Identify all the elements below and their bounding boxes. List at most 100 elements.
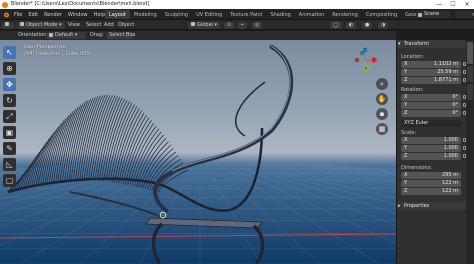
menu-object[interactable]: Object bbox=[118, 22, 134, 29]
scale-x-field[interactable]: X 1.000 bbox=[401, 137, 461, 144]
gizmo-z-label: Z bbox=[364, 48, 367, 53]
annotate-pencil-icon[interactable]: ✎ bbox=[3, 142, 16, 155]
axis-label: Z bbox=[404, 110, 408, 116]
pan-hand-icon[interactable]: ✋ bbox=[376, 93, 388, 105]
properties-title: Properties bbox=[404, 203, 430, 209]
3d-viewport[interactable]: User Perspective (54) Collection | Cube.… bbox=[0, 40, 396, 264]
orientation-icon bbox=[49, 32, 53, 37]
field-value: 1.8771 m bbox=[434, 77, 458, 83]
viewport-shading-material[interactable]: ◑ bbox=[378, 21, 389, 29]
workspace-tab-rendering[interactable]: Rendering bbox=[328, 10, 362, 19]
window-title: Blender* [C:\Users\Lex\Documents\Blender… bbox=[11, 1, 150, 7]
maximize-button[interactable]: ☐ bbox=[446, 0, 460, 9]
tab-tool[interactable] bbox=[467, 66, 473, 82]
rotate-icon[interactable]: ↻ bbox=[3, 94, 16, 107]
view-layer-selector[interactable] bbox=[455, 11, 472, 18]
menu-file[interactable]: File bbox=[14, 12, 22, 18]
scene-selector[interactable]: Scene bbox=[416, 11, 450, 18]
scale-z-field[interactable]: Z 1.000 bbox=[401, 153, 461, 160]
zoom-icon[interactable]: ⌕ bbox=[376, 78, 388, 90]
menu-help[interactable]: Help bbox=[94, 12, 105, 18]
tab-item[interactable] bbox=[467, 42, 473, 64]
rotation-mode-dropdown[interactable]: XYZ Euler bbox=[401, 120, 461, 127]
axis-label: Y bbox=[404, 69, 408, 75]
collection-info: (54) Collection | Cube.005 bbox=[24, 50, 90, 57]
menu-view[interactable]: View bbox=[68, 22, 80, 29]
blender-menu-icon[interactable] bbox=[2, 11, 10, 18]
field-value: 122 m bbox=[441, 180, 458, 186]
workspace-tab-modeling[interactable]: Modeling bbox=[130, 10, 161, 19]
perspective-grid-icon[interactable]: ▦ bbox=[376, 123, 388, 135]
scale-icon[interactable]: ⤢ bbox=[3, 110, 16, 123]
viewport-shading-solid[interactable]: ● bbox=[362, 21, 373, 29]
workspace-tab-layout[interactable]: Layout bbox=[105, 10, 130, 19]
drag-value: Select Box bbox=[109, 32, 136, 38]
workspace-tab-sculpting[interactable]: Sculpting bbox=[161, 10, 192, 19]
cursor-arrow-icon[interactable]: ↖ bbox=[3, 46, 16, 59]
workspace-tab-compositing[interactable]: Compositing bbox=[362, 10, 401, 19]
rotation-x-field[interactable]: X 0° bbox=[401, 94, 461, 101]
field-value: 1.000 bbox=[443, 137, 458, 143]
viewport-info: User Perspective (54) Collection | Cube.… bbox=[24, 44, 90, 57]
location-z-field[interactable]: Z 1.8771 m bbox=[401, 77, 461, 84]
transform-icon[interactable]: ▣ bbox=[3, 126, 16, 139]
move-icon[interactable]: ✥ bbox=[3, 78, 16, 91]
transform-orientation-dropdown[interactable]: Global ▾ bbox=[188, 21, 221, 29]
scene-name: Scene bbox=[424, 11, 440, 17]
menu-render[interactable]: Render bbox=[44, 12, 62, 18]
add-cube-icon[interactable]: ▢ bbox=[3, 174, 16, 187]
workspace-tab-animation[interactable]: Animation bbox=[295, 10, 329, 19]
orientation-value: Default bbox=[55, 32, 74, 38]
location-x-field[interactable]: X 1.1102 m bbox=[401, 61, 461, 68]
navigation-gizmo[interactable]: X Y Z bbox=[350, 45, 380, 75]
minimize-button[interactable]: — bbox=[432, 0, 446, 9]
drag-dropdown[interactable]: Select Box bbox=[106, 32, 136, 39]
dimensions-label: Dimensions: bbox=[401, 165, 432, 171]
proportional-editing-toggle[interactable]: ◎ bbox=[252, 21, 263, 29]
mode-dropdown[interactable]: Object Mode ▾ bbox=[17, 21, 65, 29]
scene-render bbox=[0, 44, 396, 264]
sidebar-tabs bbox=[466, 40, 474, 264]
viewport-shading-wire[interactable]: ◯ bbox=[330, 21, 342, 29]
expand-chevron-icon: ▸ bbox=[398, 203, 401, 209]
gizmo-x-label: X bbox=[373, 58, 376, 63]
ruler-icon[interactable]: ◺ bbox=[3, 158, 16, 171]
menu-select[interactable]: Select bbox=[86, 22, 101, 29]
editor-type-button[interactable] bbox=[2, 21, 14, 29]
dimensions-y-field[interactable]: Y 122 m bbox=[401, 180, 461, 187]
orientation-dropdown[interactable]: Default ▾ bbox=[46, 32, 86, 39]
rotation-y-field[interactable]: Y 0° bbox=[401, 102, 461, 109]
axis-label: Y bbox=[404, 145, 408, 151]
viewport-overlays[interactable]: ◐ bbox=[346, 21, 357, 29]
rotation-z-field[interactable]: Z 0° bbox=[401, 110, 461, 117]
menu-window[interactable]: Window bbox=[68, 12, 88, 18]
snap-toggle[interactable]: ⌁ bbox=[238, 21, 248, 29]
location-y-field[interactable]: Y 25.59 m bbox=[401, 69, 461, 76]
menu-add[interactable]: Add bbox=[104, 22, 114, 29]
gizmo-y-label: Y bbox=[364, 67, 368, 72]
axis-label: Z bbox=[404, 77, 408, 83]
dimensions-z-field[interactable]: Z 122 m bbox=[401, 188, 461, 195]
camera-icon[interactable]: ▪ bbox=[376, 108, 388, 120]
close-button[interactable]: ✕ bbox=[460, 0, 474, 9]
axis-label: X bbox=[404, 172, 408, 178]
scale-y-field[interactable]: Y 1.000 bbox=[401, 145, 461, 152]
dimensions-x-field[interactable]: X 295 m bbox=[401, 172, 461, 179]
pivot-point-dropdown[interactable]: ⊙ bbox=[224, 21, 235, 29]
workspace-tab-uv-editing[interactable]: UV Editing bbox=[192, 10, 226, 19]
main-menu: File Edit Render Window Help bbox=[14, 12, 105, 18]
crosshair-icon[interactable]: ⊕ bbox=[3, 62, 16, 75]
field-value: 0° bbox=[452, 94, 458, 100]
field-value: 0° bbox=[452, 102, 458, 108]
gizmo-neg-x[interactable] bbox=[354, 57, 360, 63]
workspace-tab-shading[interactable]: Shading bbox=[266, 10, 294, 19]
workspace-tab-texture-paint[interactable]: Texture Paint bbox=[226, 10, 266, 19]
drag-label: Drag: bbox=[90, 32, 104, 38]
properties-panel-header[interactable]: ▸ Properties bbox=[397, 202, 467, 210]
tab-view[interactable] bbox=[467, 84, 473, 100]
menu-edit[interactable]: Edit bbox=[28, 12, 38, 18]
gizmo-neg-y[interactable] bbox=[359, 50, 365, 56]
axis-label: Y bbox=[404, 102, 408, 108]
transform-panel-header[interactable]: ▾ Transform bbox=[397, 40, 467, 48]
axis-label: Z bbox=[404, 188, 408, 194]
